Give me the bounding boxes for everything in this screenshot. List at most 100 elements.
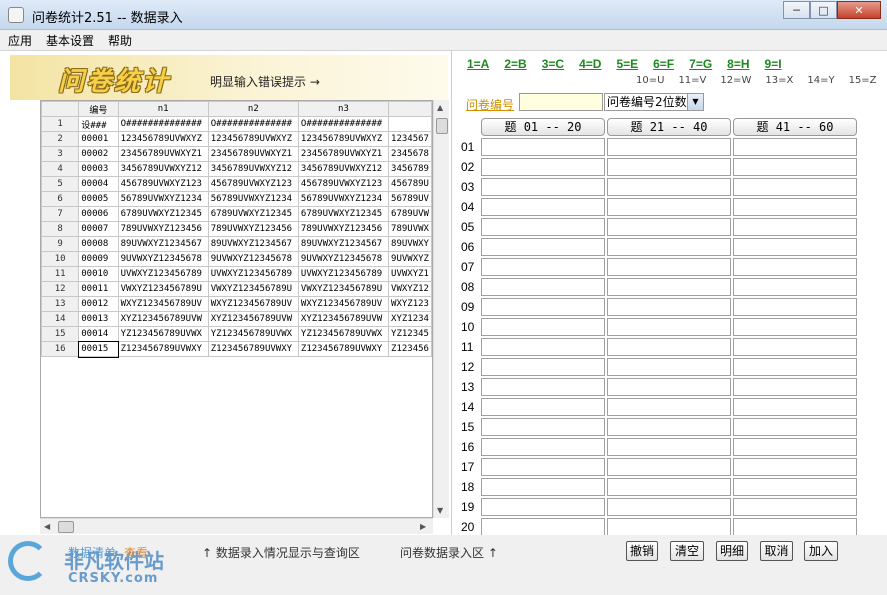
grid-cell[interactable]: 123456789UVWXYZ (297, 131, 390, 147)
id-format-select[interactable]: 问卷编号2位数 ▼ (604, 93, 704, 111)
grid-cell[interactable]: Z123456789UVWXY (117, 341, 209, 357)
grid-cell[interactable]: 00004 (78, 176, 119, 192)
grid-cell[interactable]: YZ123456789UVWX (297, 326, 390, 342)
answer-input[interactable] (481, 158, 605, 176)
answer-input[interactable] (733, 198, 857, 216)
grid-cell[interactable]: 456789UVWXYZ123 (117, 176, 209, 192)
menu-help[interactable]: 帮助 (108, 32, 132, 49)
answer-input[interactable] (481, 198, 605, 216)
grid-cell[interactable]: UVWXYZ123456789 (297, 266, 390, 282)
grid-cell[interactable]: 00006 (78, 206, 119, 222)
grid-cell[interactable]: 00012 (78, 296, 119, 312)
grid-cell[interactable]: 56789UVWXYZ1234 (117, 191, 209, 207)
answer-input[interactable] (733, 498, 857, 516)
answer-input[interactable] (733, 338, 857, 356)
answer-input[interactable] (607, 298, 731, 316)
grid-header[interactable]: n1 (117, 101, 209, 117)
answer-input[interactable] (481, 338, 605, 356)
grid-header[interactable]: 编号 (78, 101, 119, 117)
answer-input[interactable] (607, 138, 731, 156)
grid-cell[interactable]: O############## (297, 116, 390, 132)
answer-input[interactable] (481, 458, 605, 476)
grid-cell[interactable]: 456789UVWXYZ123 (207, 176, 299, 192)
grid-cell[interactable]: 00015 (77, 340, 120, 358)
scroll-right-icon[interactable]: ▶ (420, 522, 426, 531)
grid-cell[interactable]: VWXYZ12 (388, 281, 432, 297)
answer-input[interactable] (481, 238, 605, 256)
grid-cell[interactable]: WXYZ123456789UV (207, 296, 299, 312)
grid-cell[interactable]: XYZ123456789UVW (297, 311, 390, 327)
grid-cell[interactable]: YZ12345 (388, 326, 432, 342)
grid-cell[interactable]: 6789UVWXYZ12345 (207, 206, 299, 222)
grid-cell[interactable]: 56789UVWXYZ1234 (207, 191, 299, 207)
grid-cell[interactable]: 6789UVWXYZ12345 (297, 206, 390, 222)
answer-input[interactable] (733, 238, 857, 256)
grid-cell[interactable]: 23456789UVWXYZ1 (207, 146, 299, 162)
grid-cell[interactable]: 00011 (78, 281, 119, 297)
answer-input[interactable] (733, 158, 857, 176)
grid-cell[interactable]: 789UVWXYZ123456 (117, 221, 209, 237)
hscroll-thumb[interactable] (58, 521, 74, 533)
answer-input[interactable] (607, 358, 731, 376)
answer-input[interactable] (481, 178, 605, 196)
answer-input[interactable] (607, 418, 731, 436)
grid-cell[interactable]: UVWXYZ123456789 (117, 266, 209, 282)
answer-input[interactable] (481, 318, 605, 336)
grid-cell[interactable]: 789UVWX (388, 221, 432, 237)
grid-cell[interactable]: 2345678 (388, 146, 432, 162)
grid-cell[interactable]: VWXYZ123456789U (207, 281, 299, 297)
grid-cell[interactable]: WXYZ123456789UV (117, 296, 209, 312)
grid-cell[interactable]: 00005 (78, 191, 119, 207)
grid-cell[interactable]: O############## (207, 116, 299, 132)
answer-input[interactable] (607, 318, 731, 336)
answer-input[interactable] (607, 238, 731, 256)
grid-cell[interactable]: XYZ123456789UVW (117, 311, 209, 327)
grid-cell[interactable]: 89UVWXY (388, 236, 432, 252)
grid-cell[interactable]: 00001 (78, 131, 119, 147)
answer-input[interactable] (733, 298, 857, 316)
answer-input[interactable] (733, 418, 857, 436)
answer-input[interactable] (607, 258, 731, 276)
grid-header[interactable] (388, 101, 432, 117)
grid-cell[interactable]: 3456789UVWXYZ12 (297, 161, 390, 177)
answer-input[interactable] (607, 178, 731, 196)
clear-button[interactable]: 清空 (670, 541, 704, 561)
answer-input[interactable] (607, 338, 731, 356)
answer-input[interactable] (607, 218, 731, 236)
grid-cell[interactable]: UVWXYZ1 (388, 266, 432, 282)
grid-cell[interactable]: 456789U (388, 176, 432, 192)
grid-cell[interactable]: Z123456789UVWXY (207, 341, 299, 357)
grid-header[interactable]: n2 (207, 101, 299, 117)
answer-input[interactable] (481, 298, 605, 316)
grid-cell[interactable]: 00010 (78, 266, 119, 282)
answer-input[interactable] (481, 498, 605, 516)
answer-input[interactable] (733, 218, 857, 236)
grid-cell[interactable]: VWXYZ123456789U (117, 281, 209, 297)
answer-input[interactable] (733, 358, 857, 376)
answer-input[interactable] (733, 278, 857, 296)
grid-cell[interactable]: 00007 (78, 221, 119, 237)
grid-cell[interactable]: 3456789 (388, 161, 432, 177)
answer-input[interactable] (481, 278, 605, 296)
answer-input[interactable] (607, 478, 731, 496)
scroll-thumb[interactable] (436, 118, 448, 134)
answer-input[interactable] (481, 358, 605, 376)
grid-cell[interactable]: 56789UV (388, 191, 432, 207)
grid-header[interactable]: n3 (297, 101, 390, 117)
answer-input[interactable] (481, 218, 605, 236)
grid-cell[interactable]: 9UVWXYZ12345678 (207, 251, 299, 267)
grid-cell[interactable]: XYZ123456789UVW (207, 311, 299, 327)
grid-cell[interactable]: 00008 (78, 236, 119, 252)
close-button[interactable]: ✕ (837, 1, 881, 19)
grid-cell[interactable]: XYZ1234 (388, 311, 432, 327)
grid-cell[interactable]: Z123456789UVWXY (297, 341, 390, 357)
grid-cell[interactable]: Z123456 (388, 341, 432, 357)
grid-cell[interactable]: 6789UVWXYZ12345 (117, 206, 209, 222)
add-button[interactable]: 加入 (804, 541, 838, 561)
grid-cell[interactable]: 3456789UVWXYZ12 (207, 161, 299, 177)
undo-button[interactable]: 撤销 (626, 541, 658, 561)
answer-input[interactable] (481, 518, 605, 536)
answer-input[interactable] (481, 378, 605, 396)
grid-cell[interactable]: 3456789UVWXYZ12 (117, 161, 209, 177)
grid-cell[interactable]: 9UVWXYZ (388, 251, 432, 267)
